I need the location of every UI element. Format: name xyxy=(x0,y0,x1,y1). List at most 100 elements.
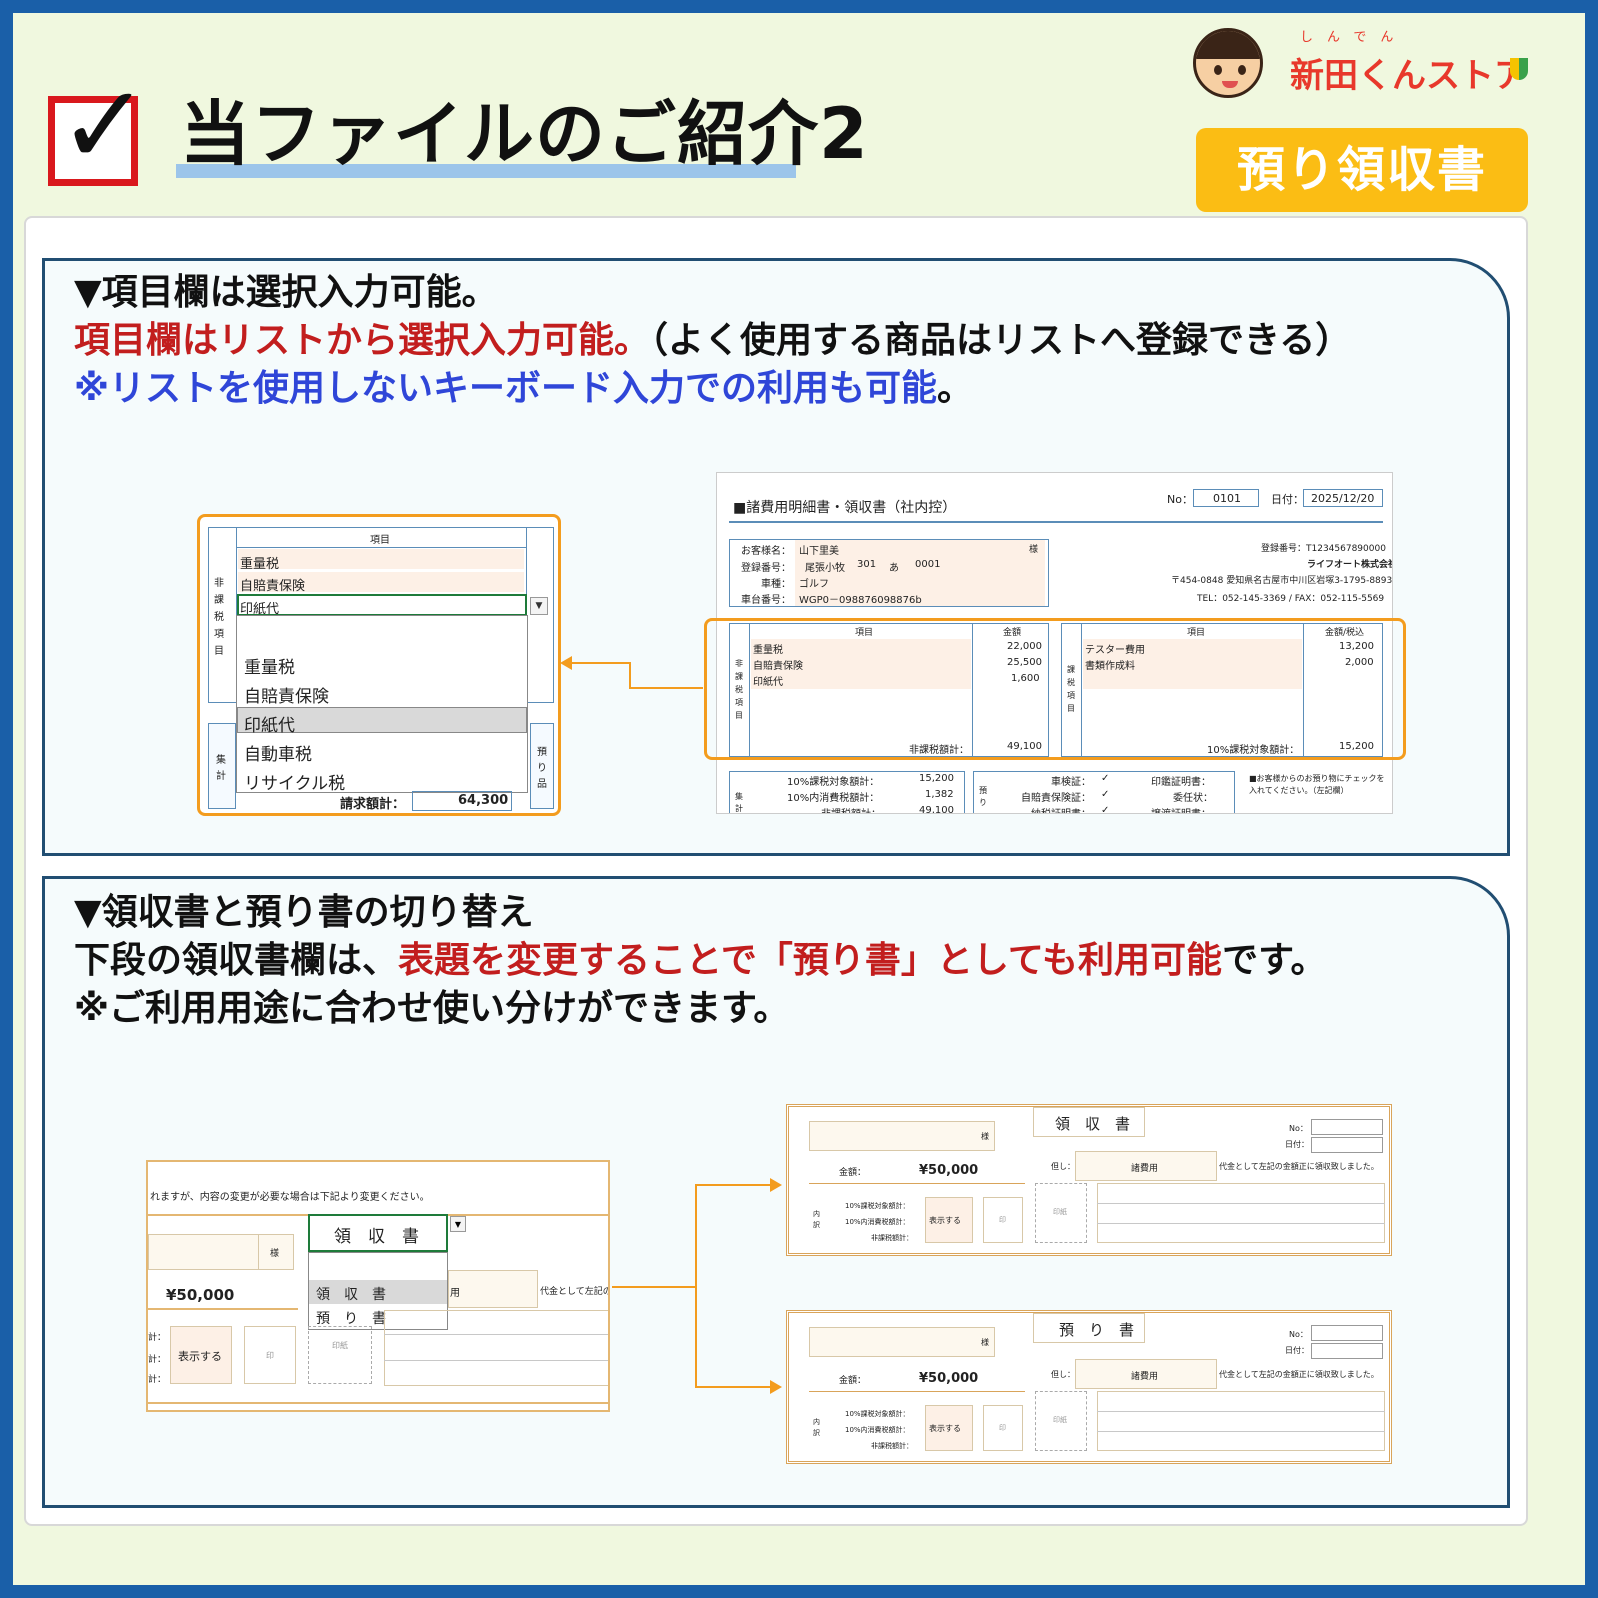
r1-date-box xyxy=(1311,1137,1383,1153)
r1-title: 領 収 書 xyxy=(1055,1115,1131,1133)
logo-eye-left xyxy=(1214,65,1222,75)
r2-stamp: 印紙 xyxy=(1053,1416,1067,1424)
r2-date: 日付： xyxy=(1285,1346,1309,1355)
r2-name-field[interactable] xyxy=(809,1327,995,1357)
check-note: ■お客様からのお預り物にチェックを入れてください。（左記欄） xyxy=(1249,774,1385,795)
check-mark-icon: ✓ xyxy=(58,61,151,189)
summary-side: 集計 xyxy=(735,792,743,813)
switch-note: れますが、内容の変更が必要な場合は下記より変更ください。 xyxy=(150,1192,430,1203)
sec1-line3-end: 。 xyxy=(937,368,974,409)
check-side: 預り xyxy=(979,786,987,807)
r2-sama: 様 xyxy=(981,1338,989,1347)
arrow-head-icon xyxy=(560,656,572,670)
reg-4: 0001 xyxy=(915,559,941,570)
reg-1: 尾張小牧 xyxy=(805,563,845,574)
company-addr: 〒454-0848 愛知県名古屋市中川区岩塚3-1795-8893 xyxy=(1171,576,1393,586)
logo-ruby: しんでん xyxy=(1300,30,1408,45)
reg-label: 登録番号： xyxy=(741,563,791,574)
sec2-line3: ※ご利用用途に合わせ使い分けができます。 xyxy=(74,988,790,1029)
stamp-cell xyxy=(308,1326,372,1384)
switch-sama: 様 xyxy=(270,1249,280,1259)
side-label-2: 集計 xyxy=(216,755,226,782)
r2-date-box xyxy=(1311,1343,1383,1359)
summary-1-label: 10%課税対象額計： xyxy=(787,777,880,788)
r1-name-field[interactable] xyxy=(809,1121,995,1151)
dropdown-option-5[interactable]: リサイクル税 xyxy=(244,769,345,794)
item-row-1[interactable]: 重量税 xyxy=(240,553,279,572)
r1-row-2: 10%内消費税額計： xyxy=(845,1218,910,1226)
title-option-2[interactable]: 預 り 書 xyxy=(316,1308,386,1328)
r2-tadashi: 但し： xyxy=(1051,1370,1075,1379)
no-label: No： xyxy=(1167,493,1193,506)
summary-3-value: 49,100 xyxy=(919,805,954,814)
item-row-2[interactable]: 自賠責保険 xyxy=(240,575,305,594)
switch-amount: ¥50,000 xyxy=(166,1286,235,1304)
active-cell[interactable] xyxy=(237,594,527,616)
check-3-mark[interactable]: ✓ xyxy=(1101,805,1109,813)
switch-receipt-text: 代金として左記の xyxy=(540,1287,610,1297)
vin-value: WGP0－098876098876b xyxy=(799,595,922,606)
title-option-1[interactable]: 領 収 書 xyxy=(316,1284,386,1304)
customer-label: お客様名： xyxy=(741,546,791,557)
company-name: ライフオート株式会社 xyxy=(1307,560,1393,570)
r1-row-3: 非課税額計： xyxy=(871,1234,913,1242)
check-3-label: 納税証明書： xyxy=(1031,805,1091,813)
check-1-label2: 印鑑証明書： xyxy=(1151,777,1211,788)
title-dropdown-arrow-icon[interactable]: ▼ xyxy=(450,1216,466,1232)
r2-no-box xyxy=(1311,1325,1383,1341)
dropdown-option-4[interactable]: 自動車税 xyxy=(244,740,312,765)
sec1-line2-black: （よく使用する商品はリストへ登録できる） xyxy=(650,320,1352,361)
r1-seal: 印 xyxy=(999,1216,1006,1224)
switch-fee: 用 xyxy=(450,1288,460,1299)
arrow-line xyxy=(695,1184,773,1186)
summary-3-label: 非課税額計： xyxy=(821,805,881,813)
r1-tadashi: 但し： xyxy=(1051,1162,1075,1171)
memo-box xyxy=(384,1310,608,1386)
date-label: 日付： xyxy=(1271,493,1304,506)
sec2-line2-b: です。 xyxy=(1222,940,1327,981)
total-value: 64,300 xyxy=(458,793,509,808)
r1-fee: 諸費用 xyxy=(1131,1164,1159,1174)
arrow-line xyxy=(695,1386,773,1388)
r2-no: No： xyxy=(1289,1330,1308,1339)
logo-face-icon xyxy=(1193,28,1263,98)
r1-date: 日付： xyxy=(1285,1140,1309,1149)
beginner-leaf-icon xyxy=(1510,58,1528,80)
receipt-screenshot-1: 様 領 収 書 No： 日付： 金額： ¥50,000 但し： 諸費用 代金とし… xyxy=(786,1104,1392,1256)
r1-no-box xyxy=(1311,1119,1383,1135)
sec1-line3: ※リストを使用しないキーボード入力での利用も可能。 xyxy=(74,368,973,409)
dropdown-option-1[interactable]: 重量税 xyxy=(244,653,295,678)
switch-title: 領 収 書 xyxy=(334,1227,419,1247)
summary-2-value: 1,382 xyxy=(925,789,954,800)
r2-title: 預 り 書 xyxy=(1059,1321,1135,1339)
r1-sama: 様 xyxy=(981,1132,989,1141)
dropdown-option-2[interactable]: 自賠責保険 xyxy=(244,682,329,707)
company-reg: 登録番号：T1234567890000 xyxy=(1261,544,1386,554)
dropdown-option-3[interactable]: 印紙代 xyxy=(244,711,295,736)
check-1-mark[interactable]: ✓ xyxy=(1101,773,1109,784)
r2-fee: 諸費用 xyxy=(1131,1372,1159,1382)
row-bg xyxy=(238,549,524,569)
r1-text: 代金として左記の金額正に領収致しました。 xyxy=(1219,1162,1379,1171)
date-value: 2025/12/20 xyxy=(1311,492,1375,505)
reg-2: 301 xyxy=(857,559,877,570)
logo-hair xyxy=(1196,31,1260,59)
sec1-heading: ▼項目欄は選択入力可能。 xyxy=(74,272,498,313)
r1-show: 表示する xyxy=(929,1216,961,1225)
logo-eye-right xyxy=(1238,65,1246,75)
logo-text: 新田くんストア xyxy=(1290,56,1528,96)
summary-1-value: 15,200 xyxy=(919,773,954,784)
dropdown-arrow-icon[interactable]: ▼ xyxy=(530,597,548,615)
car-label: 車種： xyxy=(761,579,791,590)
sec1-line2-red: 項目欄はリストから選択入力可能。 xyxy=(74,320,651,361)
switch-side-1: 計： xyxy=(148,1333,167,1343)
product-badge: 預り領収書 xyxy=(1196,128,1528,212)
switch-stamp: 印紙 xyxy=(332,1341,348,1350)
check-2-mark[interactable]: ✓ xyxy=(1101,789,1109,800)
r1-side: 内訳 xyxy=(813,1210,820,1229)
r1-row-1: 10%課税対象額計： xyxy=(845,1202,910,1210)
r2-text: 代金として左記の金額正に領収致しました。 xyxy=(1219,1370,1379,1379)
check-3-label2: 譲渡証明書： xyxy=(1151,805,1211,813)
fee-cell xyxy=(448,1270,538,1308)
arrow-head-icon xyxy=(770,1178,782,1192)
